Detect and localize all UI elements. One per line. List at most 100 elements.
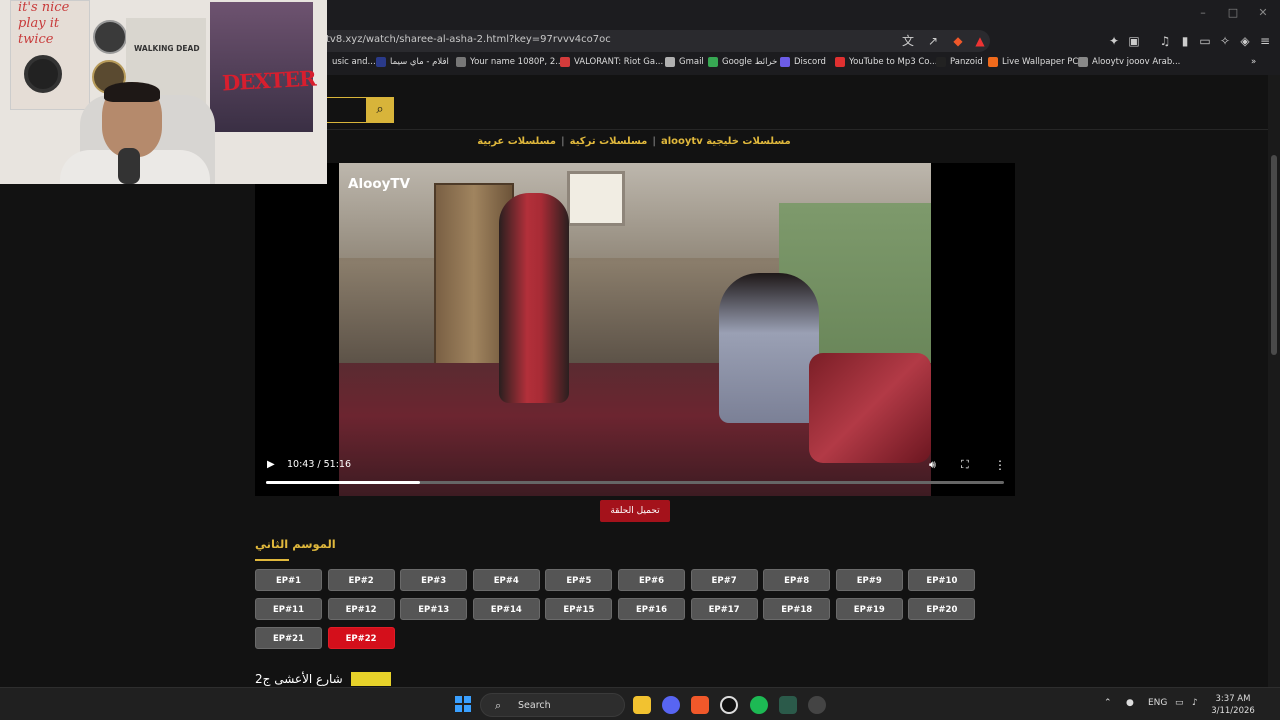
bookmark-label: Your name 1080P, 2...	[470, 57, 564, 67]
series-title: شارع الأعشى ج2	[255, 672, 343, 686]
bookmark-item[interactable]: Alooytv jooov Arab...	[1078, 57, 1180, 67]
maximize-button[interactable]: □	[1226, 6, 1240, 20]
discord-icon[interactable]	[662, 696, 680, 714]
episode-button[interactable]: EP#19	[835, 598, 903, 620]
search-icon[interactable]: ⌕	[366, 97, 394, 123]
more-options-icon[interactable]: ⋮	[994, 458, 1006, 472]
microphone-icon[interactable]: ●	[1126, 698, 1134, 708]
media-icon[interactable]: ♫	[1157, 33, 1173, 49]
video-frame[interactable]	[339, 163, 931, 496]
bookmark-label: Gmail	[679, 57, 704, 67]
episode-button[interactable]: EP#4	[472, 569, 540, 591]
tray-overflow-icon[interactable]: ⌃	[1104, 698, 1112, 708]
episode-button[interactable]: EP#15	[545, 598, 613, 620]
bookmark-favicon-icon	[456, 57, 466, 67]
extensions-icon[interactable]: ✦	[1106, 33, 1122, 49]
bookmark-item[interactable]: Live Wallpaper PC	[988, 57, 1078, 67]
language-indicator[interactable]: ENG	[1148, 698, 1167, 708]
bookmark-label: Live Wallpaper PC	[1002, 57, 1079, 67]
scroll-thumb[interactable]	[1271, 155, 1277, 355]
brave-icon[interactable]	[691, 696, 709, 714]
episode-button[interactable]: EP#10	[908, 569, 976, 591]
episode-button[interactable]: EP#11	[255, 598, 322, 620]
bookmark-item[interactable]: VALORANT: Riot Ga...	[560, 57, 663, 67]
file-explorer-icon[interactable]	[633, 696, 651, 714]
spotify-icon[interactable]	[750, 696, 768, 714]
season-underline	[255, 559, 289, 561]
minimize-button[interactable]: –	[1196, 6, 1210, 20]
clock-time: 3:37 AM	[1215, 694, 1251, 704]
bookmark-favicon-icon	[708, 57, 718, 67]
bookmark-item[interactable]: Panzoid	[936, 57, 983, 67]
volume-icon[interactable]: ♪	[1192, 698, 1198, 708]
network-icon[interactable]: ▭	[1175, 698, 1184, 708]
windows-start-icon[interactable]	[455, 696, 471, 712]
download-episode-button[interactable]: تحميل الحلقة	[600, 500, 670, 522]
seek-bar[interactable]	[266, 481, 1004, 484]
bookmark-favicon-icon	[1078, 57, 1088, 67]
episode-button[interactable]: EP#17	[690, 598, 758, 620]
fullscreen-icon[interactable]: ⛶	[961, 458, 975, 472]
episode-button[interactable]: EP#21	[255, 627, 322, 649]
bookmark-item[interactable]: YouTube to Mp3 Co...	[835, 57, 937, 67]
volume-icon[interactable]: 🔊︎	[929, 458, 943, 472]
obs-icon[interactable]	[720, 696, 738, 714]
poster-dexter-text: DEXTER	[221, 65, 317, 96]
episode-button[interactable]: EP#20	[908, 598, 976, 620]
taskbar-search-label: Search	[518, 700, 551, 711]
bookmark-label: Alooytv jooov Arab...	[1092, 57, 1181, 67]
bookmark-item[interactable]: Gmail	[665, 57, 704, 67]
clock-date: 3/11/2026	[1211, 706, 1255, 716]
episode-button[interactable]: EP#5	[545, 569, 613, 591]
bookmark-item[interactable]: Google خرائط	[708, 57, 777, 67]
brave-shield-icon[interactable]: ◆	[950, 33, 966, 49]
url-field[interactable]: tv8.xyz/watch/sharee-al-asha-2.html?key=…	[220, 30, 990, 52]
bookmark-item[interactable]: Discord	[780, 57, 826, 67]
nav-turkish-series[interactable]: مسلسلات تركية	[570, 136, 648, 147]
bookmark-item[interactable]: Your name 1080P, 2...	[456, 57, 563, 67]
vpn-icon[interactable]: ◈	[1237, 33, 1253, 49]
bookmark-item[interactable]: افلام - ماي سيما	[376, 57, 449, 67]
episode-button[interactable]: EP#22	[327, 627, 395, 649]
episode-button[interactable]: EP#3	[400, 569, 468, 591]
episode-button[interactable]: EP#13	[400, 598, 468, 620]
episode-button[interactable]: EP#9	[835, 569, 903, 591]
brave-rewards-icon[interactable]: ▲	[972, 33, 988, 49]
episode-button[interactable]: EP#8	[763, 569, 831, 591]
episode-button[interactable]: EP#12	[327, 598, 395, 620]
steam-icon[interactable]	[808, 696, 826, 714]
video-player[interactable]: AlooyTV ▶ 10:43 / 51:16 🔊︎ ⛶ ⋮	[255, 163, 1015, 496]
bookmark-favicon-icon	[376, 57, 386, 67]
bookmark-favicon-icon	[665, 57, 675, 67]
bookmark-label: Panzoid	[950, 57, 983, 67]
taskbar: ⌕ Search ⌃ ● ENG ▭ ♪ 3:37 AM 3/11/2026	[0, 687, 1280, 720]
nav-gulf-series[interactable]: alooytv مسلسلات خليجية	[661, 136, 791, 147]
vinyl-record	[24, 55, 62, 93]
episode-button[interactable]: EP#6	[618, 569, 685, 591]
translate-icon[interactable]: 文	[900, 33, 916, 49]
taskbar-search[interactable]: ⌕ Search	[480, 693, 625, 717]
episode-button[interactable]: EP#14	[472, 598, 540, 620]
close-button[interactable]: ✕	[1256, 6, 1270, 20]
episode-button[interactable]: EP#1	[255, 569, 322, 591]
taskbar-clock[interactable]: 3:37 AM 3/11/2026	[1208, 693, 1258, 717]
episode-button[interactable]: EP#18	[763, 598, 831, 620]
episode-button[interactable]: EP#7	[690, 569, 758, 591]
bookmark-label: Discord	[794, 57, 826, 67]
bookmark-label: usic and...	[332, 57, 376, 67]
video-watermark: AlooyTV	[348, 176, 411, 192]
bookmarks-overflow-icon[interactable]: »	[1251, 57, 1256, 67]
leo-icon[interactable]: ✧	[1217, 33, 1233, 49]
screenshot-icon[interactable]: ▣	[1126, 33, 1142, 49]
page-scrollbar[interactable]	[1268, 75, 1280, 687]
episode-button[interactable]: EP#2	[327, 569, 395, 591]
wallet-icon[interactable]: ▭	[1197, 33, 1213, 49]
episode-button[interactable]: EP#16	[618, 598, 685, 620]
share-icon[interactable]: ↗	[925, 33, 941, 49]
nav-arabic-series[interactable]: مسلسلات عربية	[477, 136, 556, 147]
app-icon[interactable]	[779, 696, 797, 714]
menu-icon[interactable]: ≡	[1257, 33, 1273, 49]
play-icon[interactable]: ▶	[267, 459, 279, 471]
webcam-overlay: it's nice play it twice WALKING DEAD DEX…	[0, 0, 327, 184]
sidebar-icon[interactable]: ▮	[1177, 33, 1193, 49]
